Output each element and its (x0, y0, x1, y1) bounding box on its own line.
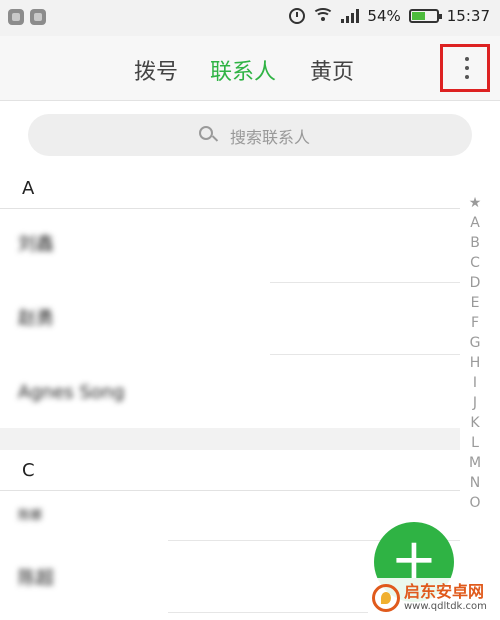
battery-fill (411, 12, 425, 20)
tab-contacts[interactable]: 联系人 (210, 54, 276, 86)
alarm-icon (289, 8, 306, 24)
contact-name[interactable]: 陈超 (18, 564, 54, 590)
tab-yellow-pages[interactable]: 黄页 (310, 54, 354, 86)
index-letter[interactable]: H (470, 353, 481, 373)
alphabet-index[interactable]: ★ A B C D E F G H I J K L M N O (462, 193, 488, 513)
index-letter[interactable]: K (470, 413, 479, 433)
index-letter[interactable]: M (469, 453, 481, 473)
watermark-logo-icon (372, 584, 400, 612)
contact-name[interactable]: 刘鑫 (18, 230, 54, 256)
notification-icon (30, 9, 46, 25)
index-letter[interactable]: A (470, 213, 480, 233)
index-letter[interactable]: O (469, 493, 480, 513)
contact-name[interactable]: 赵勇 (18, 304, 54, 330)
section-divider (0, 490, 460, 491)
row-divider (270, 354, 460, 355)
status-indicators: 54% 15:37 (289, 7, 490, 25)
index-letter[interactable]: B (470, 233, 480, 253)
index-letter[interactable]: F (471, 313, 479, 333)
clock: 15:37 (446, 7, 490, 25)
index-letter[interactable]: L (471, 433, 479, 453)
status-bar: 54% 15:37 (0, 0, 500, 36)
wifi-icon (312, 8, 335, 24)
index-letter[interactable]: G (470, 333, 481, 353)
battery-percent: 54% (367, 7, 401, 25)
row-divider (270, 282, 460, 283)
row-divider (168, 612, 368, 613)
section-header-a: A (22, 178, 35, 199)
tab-dial[interactable]: 拨号 (134, 54, 178, 86)
more-vert-icon[interactable] (465, 57, 469, 79)
search-icon (199, 126, 213, 140)
index-star-icon[interactable]: ★ (469, 193, 482, 213)
contact-name[interactable]: 陈娜 (18, 506, 42, 523)
search-bar[interactable]: 搜索联系人 (28, 114, 472, 156)
tab-bar: 拨号 联系人 黄页 (0, 36, 500, 101)
index-letter[interactable]: N (470, 473, 480, 493)
section-gap (0, 428, 460, 450)
watermark-title: 启东安卓网 (404, 582, 485, 601)
index-letter[interactable]: J (473, 393, 477, 413)
index-letter[interactable]: E (471, 293, 480, 313)
section-header-c: C (22, 460, 35, 481)
watermark: 启东安卓网 www.qdltdk.com (372, 578, 498, 618)
index-letter[interactable]: C (470, 253, 480, 273)
index-letter[interactable]: D (470, 273, 481, 293)
watermark-url: www.qdltdk.com (404, 601, 487, 612)
notification-icon (8, 9, 24, 25)
contact-name[interactable]: Agnes Song (18, 382, 125, 403)
signal-icon (341, 9, 360, 23)
battery-icon (408, 9, 442, 23)
index-letter[interactable]: I (473, 373, 477, 393)
section-divider (0, 208, 460, 209)
search-placeholder: 搜索联系人 (230, 128, 311, 147)
notification-icons (8, 9, 46, 25)
